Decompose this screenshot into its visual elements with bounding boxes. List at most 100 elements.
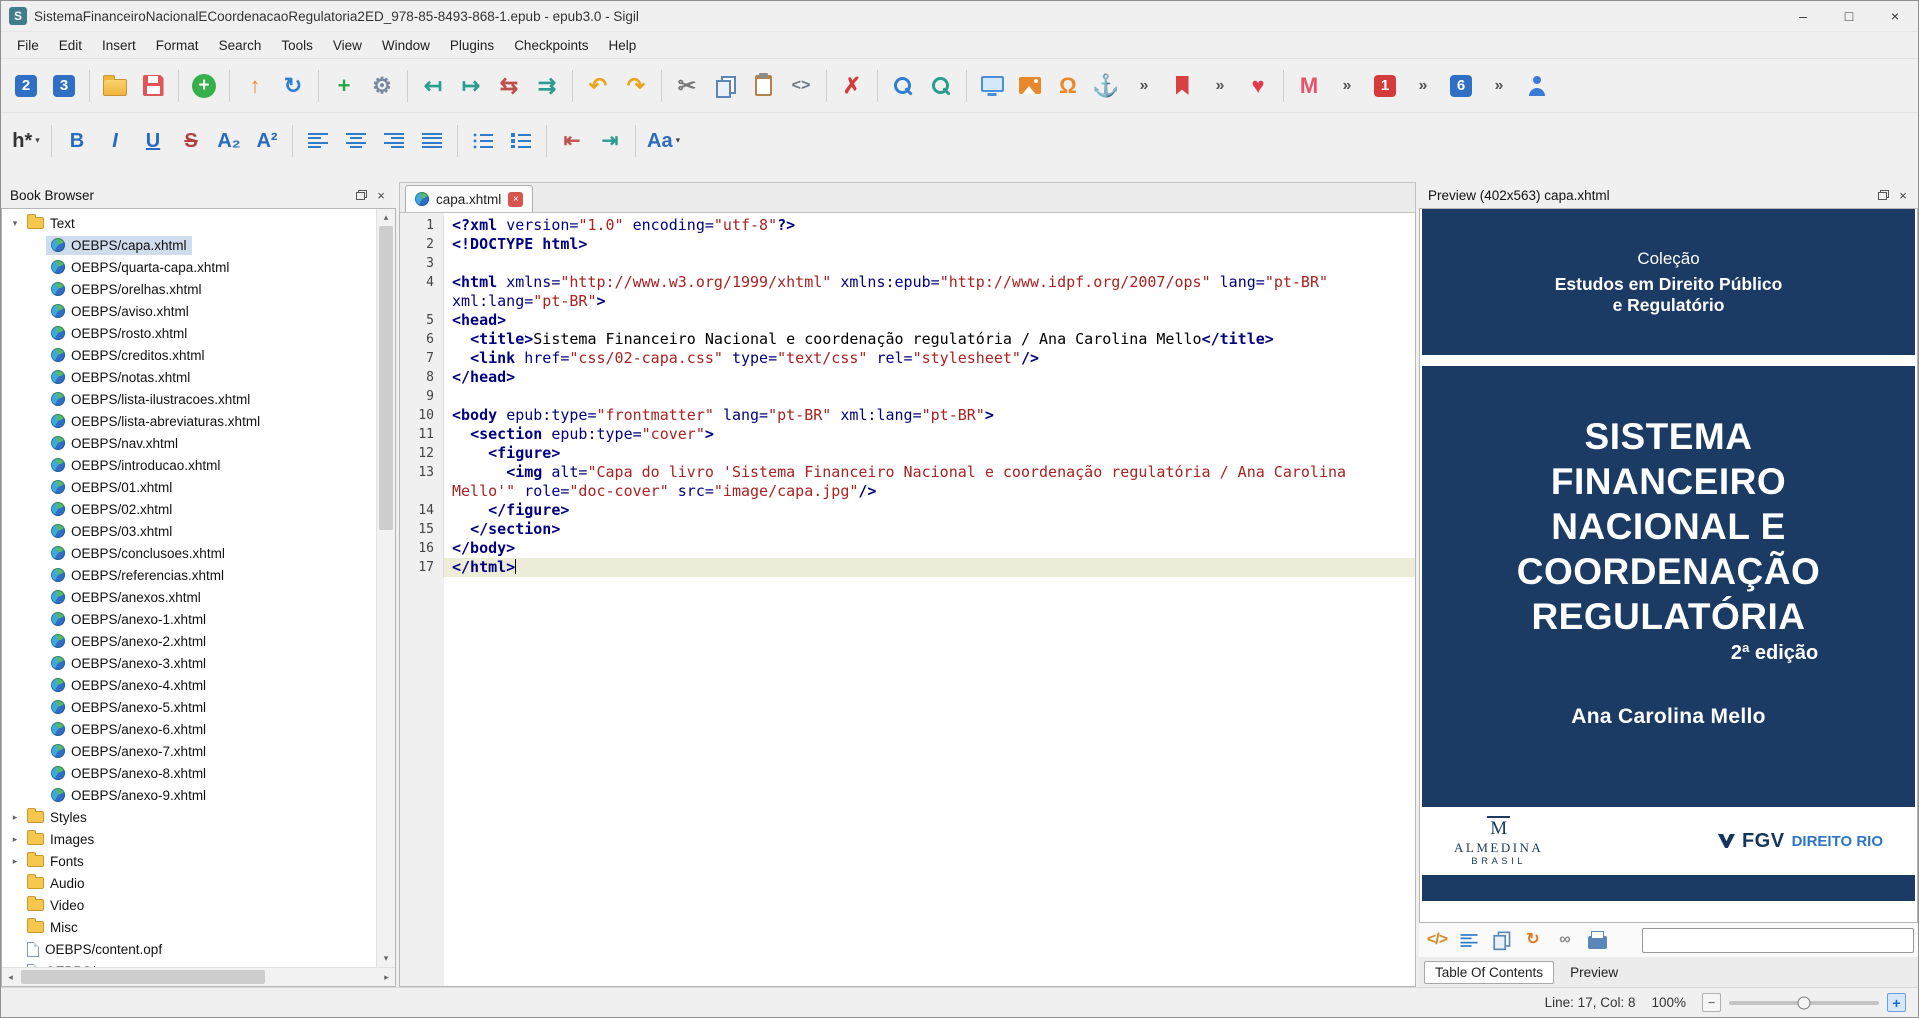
toolbar-overflow-button[interactable]: » (1328, 65, 1366, 107)
cut-button[interactable]: ✂ (668, 65, 706, 107)
tree-item[interactable]: OEBPS/anexo-2.xhtml (2, 630, 376, 652)
tree-item[interactable]: OEBPS/creditos.xhtml (2, 344, 376, 366)
tree-folder-misc[interactable]: Misc (2, 916, 376, 938)
menu-view[interactable]: View (323, 34, 372, 57)
tree-item[interactable]: OEBPS/02.xhtml (2, 498, 376, 520)
tree-item[interactable]: OEBPS/anexo-4.xhtml (2, 674, 376, 696)
scrollbar-thumb[interactable] (379, 226, 393, 531)
menu-checkpoints[interactable]: Checkpoints (504, 34, 598, 57)
open-folder-button[interactable] (96, 65, 134, 107)
toolbar-overflow-button[interactable]: » (1480, 65, 1518, 107)
epub2-button[interactable]: 2 (7, 65, 45, 107)
maximize-button[interactable]: □ (1826, 1, 1872, 31)
code-view-button[interactable]: <> (782, 65, 820, 107)
tree-item[interactable]: OEBPS/anexos.xhtml (2, 586, 376, 608)
tree-item[interactable]: OEBPS/anexo-5.xhtml (2, 696, 376, 718)
code-text[interactable]: </body> (444, 539, 1415, 558)
tree-item[interactable]: OEBPS/anexo-3.xhtml (2, 652, 376, 674)
plugin-1-button[interactable]: 1 (1366, 65, 1404, 107)
scroll-left-icon[interactable]: ◂ (2, 968, 19, 987)
menu-file[interactable]: File (7, 34, 49, 57)
tree-vertical-scrollbar[interactable]: ▴ ▾ (376, 209, 395, 967)
tree-folder-text[interactable]: ▾ Text (2, 212, 376, 234)
align-justify-button[interactable] (413, 120, 451, 162)
code-editor[interactable]: 1 <?xml version="1.0" encoding="utf-8"?> 2… (399, 212, 1416, 987)
paste-button[interactable] (744, 65, 782, 107)
menu-tools[interactable]: Tools (271, 34, 323, 57)
numbered-list-button[interactable] (502, 120, 540, 162)
tree-folder-fonts[interactable]: ▸ Fonts (2, 850, 376, 872)
bullet-list-button[interactable] (464, 120, 502, 162)
add-new-file-button[interactable]: + (185, 65, 223, 107)
code-text[interactable] (444, 254, 1415, 273)
code-text[interactable]: <body epub:type="frontmatter" lang="pt-B… (444, 406, 1415, 425)
settings-gear-button[interactable]: ⚙ (363, 65, 401, 107)
italic-button[interactable]: I (96, 120, 134, 162)
code-text[interactable]: <head> (444, 311, 1415, 330)
superscript-button[interactable]: A² (248, 120, 286, 162)
toolbar-overflow-button[interactable]: » (1201, 65, 1239, 107)
menu-window[interactable]: Window (372, 34, 440, 57)
code-text[interactable]: <img alt="Capa do livro 'Sistema Finance… (444, 463, 1415, 501)
menu-insert[interactable]: Insert (92, 34, 146, 57)
tree-item[interactable]: OEBPS/content.opf (2, 938, 376, 960)
code-text[interactable]: </html> (444, 558, 1415, 577)
tree-item[interactable]: OEBPS/introducao.xhtml (2, 454, 376, 476)
insert-image-button[interactable] (1011, 65, 1049, 107)
up-level-button[interactable]: ↑ (236, 65, 274, 107)
tree-item[interactable]: OEBPS/01.xhtml (2, 476, 376, 498)
tree-item[interactable]: OEBPS/anexo-9.xhtml (2, 784, 376, 806)
code-text[interactable] (444, 387, 1415, 406)
align-right-button[interactable] (375, 120, 413, 162)
toc-list-button[interactable] (1455, 926, 1483, 954)
link-button[interactable]: ∞ (1551, 926, 1579, 954)
code-text[interactable]: <link href="css/02-capa.css" type="text/… (444, 349, 1415, 368)
tree-item[interactable]: OEBPS/orelhas.xhtml (2, 278, 376, 300)
subscript-button[interactable]: A₂ (210, 120, 248, 162)
tab-table-of-contents[interactable]: Table Of Contents (1424, 960, 1555, 984)
plugin-6-button[interactable]: 6 (1442, 65, 1480, 107)
tree-item[interactable]: OEBPS/nav.xhtml (2, 432, 376, 454)
insert-split-marker-button[interactable]: ↦ (452, 65, 490, 107)
tree-horizontal-scrollbar[interactable]: ◂ ▸ (2, 967, 395, 986)
tree-item[interactable]: OEBPS/anexo-6.xhtml (2, 718, 376, 740)
zoom-out-button[interactable]: − (1702, 993, 1721, 1012)
tree-item[interactable]: OEBPS/rosto.xhtml (2, 322, 376, 344)
menu-plugins[interactable]: Plugins (440, 34, 504, 57)
code-text[interactable]: </head> (444, 368, 1415, 387)
preview-find-input[interactable] (1642, 927, 1914, 953)
tree-folder-audio[interactable]: Audio (2, 872, 376, 894)
menu-help[interactable]: Help (598, 34, 646, 57)
special-characters-button[interactable]: Ω (1049, 65, 1087, 107)
tree-item[interactable]: OEBPS/anexo-1.xhtml (2, 608, 376, 630)
code-text[interactable]: <title>Sistema Financeiro Nacional e coo… (444, 330, 1415, 349)
tree-item[interactable]: OEBPS/aviso.xhtml (2, 300, 376, 322)
tree-item[interactable]: OEBPS/referencias.xhtml (2, 564, 376, 586)
tree-item[interactable]: OEBPS/toc.ncx (2, 960, 376, 967)
code-text[interactable]: <section epub:type="cover"> (444, 425, 1415, 444)
float-panel-icon[interactable] (1873, 186, 1893, 204)
tree-item[interactable]: OEBPS/anexo-8.xhtml (2, 762, 376, 784)
preview-window-button[interactable] (973, 65, 1011, 107)
scroll-right-icon[interactable]: ▸ (378, 968, 395, 987)
tab-capa-xhtml[interactable]: capa.xhtml × (405, 185, 534, 212)
code-text[interactable]: <!DOCTYPE html> (444, 235, 1415, 254)
find-replace-button[interactable] (922, 65, 960, 107)
undo-button[interactable]: ↶ (579, 65, 617, 107)
bookmark-button[interactable] (1163, 65, 1201, 107)
copy-button[interactable] (706, 65, 744, 107)
scroll-down-icon[interactable]: ▾ (377, 950, 395, 967)
tree-item[interactable]: OEBPS/quarta-capa.xhtml (2, 256, 376, 278)
tree-folder-styles[interactable]: ▸ Styles (2, 806, 376, 828)
mail-plugin-button[interactable]: M (1290, 65, 1328, 107)
align-center-button[interactable] (337, 120, 375, 162)
split-at-markers-button[interactable]: ⇉ (528, 65, 566, 107)
person-edit-button[interactable] (1518, 65, 1556, 107)
bold-button[interactable]: B (58, 120, 96, 162)
save-button[interactable] (134, 65, 172, 107)
underline-button[interactable]: U (134, 120, 172, 162)
code-text[interactable]: </figure> (444, 501, 1415, 520)
heading-style-button[interactable]: h* ▾ (7, 120, 45, 162)
tree-item[interactable]: OEBPS/lista-abreviaturas.xhtml (2, 410, 376, 432)
menu-format[interactable]: Format (146, 34, 209, 57)
